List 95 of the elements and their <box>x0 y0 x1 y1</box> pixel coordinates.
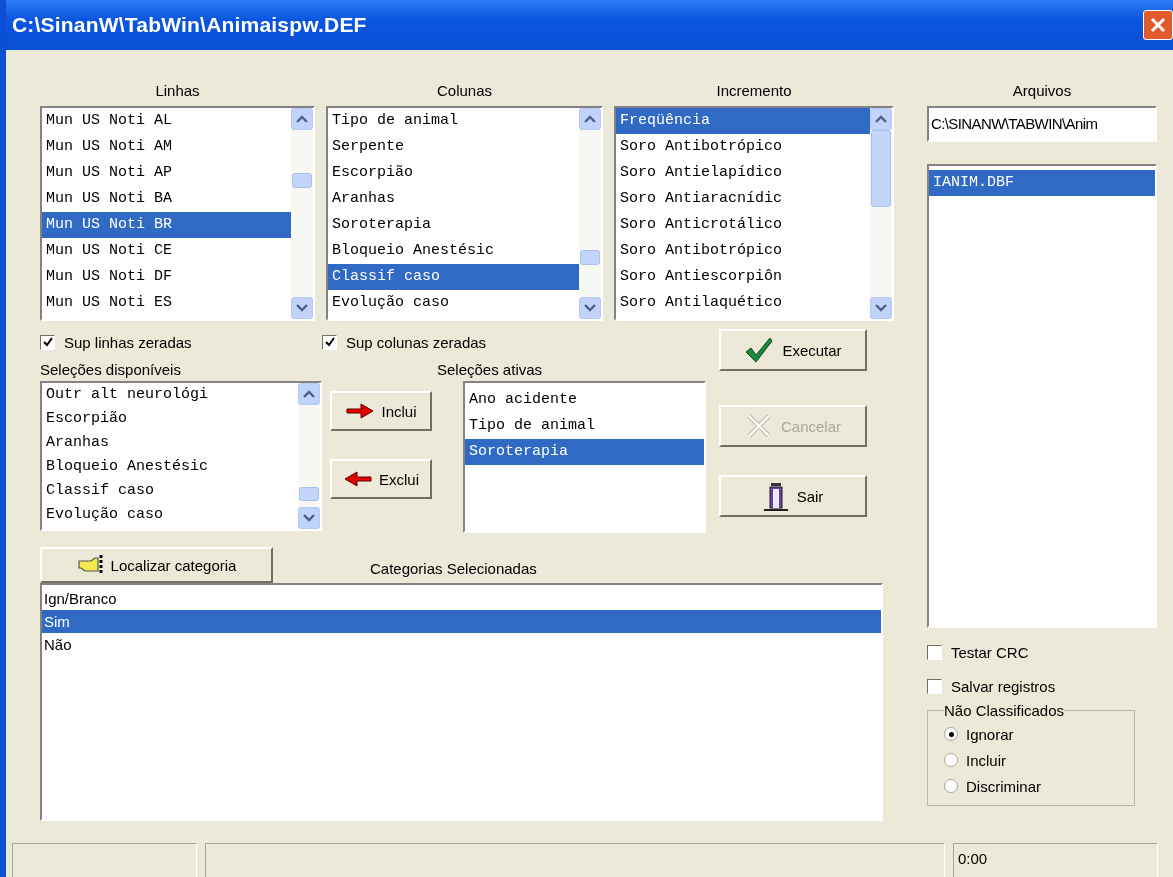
check-icon <box>323 336 336 348</box>
list-header: Incremento <box>716 82 792 101</box>
scroll-thumb[interactable] <box>292 173 312 189</box>
scrollbar[interactable] <box>298 383 320 529</box>
list-item[interactable]: Mun US Noti ES <box>42 290 291 316</box>
time-text: 0:00 <box>953 843 1158 877</box>
radio-button[interactable] <box>944 753 958 767</box>
list-item[interactable]: Tipo de animal <box>465 413 704 439</box>
radio-button[interactable] <box>944 727 958 741</box>
scroll-up-icon[interactable] <box>291 108 313 130</box>
radio-button[interactable] <box>944 779 958 793</box>
cross-icon <box>745 412 773 440</box>
list-item[interactable]: Soroterapia <box>328 212 579 238</box>
list-item[interactable]: Classif caso <box>328 264 579 290</box>
list-box[interactable]: IANIM.DBF <box>927 164 1157 628</box>
scroll-thumb[interactable] <box>871 130 891 207</box>
list-box[interactable]: Outr alt neurológi Escorpião Aranhas Bloqueio Anestésic Classif caso Evolução caso <box>40 381 322 531</box>
scroll-up-icon[interactable] <box>579 108 601 130</box>
close-button[interactable] <box>1143 10 1173 40</box>
scroll-down-icon[interactable] <box>579 297 601 319</box>
list-item[interactable]: Aranhas <box>328 186 579 212</box>
list-item[interactable]: Mun US Noti CE <box>42 238 291 264</box>
list-item[interactable]: Soro Antiescorpiôn <box>616 264 870 290</box>
list-item[interactable]: Mun US Noti BR <box>42 212 291 238</box>
list-item[interactable]: Escorpião <box>328 160 579 186</box>
list-label: Seleções disponíveis <box>40 360 182 380</box>
checkbox[interactable]: Salvar registros <box>927 674 1157 698</box>
list-item[interactable]: Tipo de animal <box>328 108 579 134</box>
list-label: Seleções ativas <box>437 360 544 380</box>
move-button[interactable]: Inclui <box>330 391 432 431</box>
scroll-thumb[interactable] <box>580 250 600 266</box>
list-item[interactable]: Aranhas <box>42 431 298 455</box>
list-item[interactable]: Sim <box>42 610 881 633</box>
list-item[interactable]: Mun US Noti BA <box>42 186 291 212</box>
list-item[interactable]: Soro Antielapídico <box>616 160 870 186</box>
list-item[interactable]: Serpente <box>328 134 579 160</box>
list-box[interactable]: Mun US Noti AL Mun US Noti AM Mun US Noti AP Mun US Noti BA Mun US Noti BR Mun US Noti CE Mun US Noti DF Mun US Noti ES <box>40 106 315 321</box>
move-button[interactable]: Exclui <box>330 459 432 499</box>
list-item[interactable]: Escorpião <box>42 407 298 431</box>
list-item[interactable]: Mun US Noti AL <box>42 108 291 134</box>
scroll-up-icon[interactable] <box>298 383 320 405</box>
list-item[interactable]: Mun US Noti AM <box>42 134 291 160</box>
scroll-down-icon[interactable] <box>291 297 313 319</box>
window-title: C:\SinanW\TabWin\Animaispw.DEF <box>12 13 367 37</box>
list-box[interactable]: Tipo de animal Serpente Escorpião Aranhas Soroterapia Bloqueio Anestésic Classif caso Evolução caso <box>326 106 603 321</box>
list-item[interactable]: Bloqueio Anestésic <box>42 455 298 479</box>
radio-label[interactable]: Discriminar <box>966 777 1041 795</box>
list-item[interactable]: Ign/Branco <box>42 587 881 610</box>
scrollbar[interactable] <box>291 108 313 319</box>
list-item[interactable]: Freqüência <box>616 108 870 134</box>
action-button[interactable]: Executar <box>719 329 867 371</box>
radio-label[interactable]: Incluir <box>966 751 1006 769</box>
list-item[interactable]: Mun US Noti DF <box>42 264 291 290</box>
list-item[interactable]: Mun US Noti AP <box>42 160 291 186</box>
list-item[interactable]: Outr alt neurológi <box>42 383 298 407</box>
scrollbar[interactable] <box>579 108 601 319</box>
list-item[interactable]: Soro Antiaracnídic <box>616 186 870 212</box>
list-item[interactable]: Soroterapia <box>465 439 704 465</box>
list-box[interactable]: Freqüência Soro Antibotrópico Soro Antielapídico Soro Antiaracnídic Soro Anticrotálico Soro Antibotrópico Soro Antiescorpiôn Soro Antilaquético <box>614 106 894 321</box>
list-item[interactable]: Soro Antilaquético <box>616 290 870 316</box>
list-item[interactable]: IANIM.DBF <box>929 170 1155 196</box>
radio-label[interactable]: Ignorar <box>966 725 1014 743</box>
list-item[interactable]: Ano acidente <box>465 387 704 413</box>
checkbox[interactable]: Testar CRC <box>927 640 1157 664</box>
list-item[interactable]: Não <box>42 633 881 656</box>
scroll-down-icon[interactable] <box>298 507 320 529</box>
scroll-up-icon[interactable] <box>870 108 892 130</box>
list-item[interactable]: Soro Anticrotálico <box>616 212 870 238</box>
list-box[interactable]: Ign/Branco Sim Não <box>40 583 883 821</box>
arrow-left-icon <box>343 471 373 487</box>
arrow-right-icon <box>345 403 376 419</box>
close-icon <box>1149 16 1167 34</box>
list-label: Categorias Selecionadas <box>370 558 537 577</box>
list-item[interactable]: Soro Antibotrópico <box>616 238 870 264</box>
action-button[interactable]: Sair <box>719 475 867 517</box>
scroll-down-icon[interactable] <box>870 297 892 319</box>
list-item[interactable]: Evolução caso <box>42 503 298 527</box>
list-header: Colunas <box>436 82 492 101</box>
list-item[interactable]: Bloqueio Anestésic <box>328 238 579 264</box>
checkbox[interactable]: Sup colunas zeradas <box>322 325 487 359</box>
check-icon <box>41 336 54 348</box>
list-box[interactable]: Ano acidente Tipo de animal Soroterapia <box>463 381 706 533</box>
list-item[interactable]: Evolução caso <box>328 290 579 316</box>
list-header: Arquivos <box>1011 82 1073 101</box>
find-category-button[interactable]: Localizar categoria <box>40 547 273 583</box>
scroll-thumb[interactable] <box>299 486 319 501</box>
list-item[interactable]: Soro Antibotrópico <box>616 134 870 160</box>
checkmark-icon <box>744 336 775 364</box>
door-icon <box>762 480 789 512</box>
checkbox[interactable]: Sup linhas zeradas <box>40 325 192 359</box>
path-field[interactable]: C:\SINANW\TABWIN\Anim <box>927 106 1157 142</box>
group-title: Não Classificados <box>944 702 1065 719</box>
list-item[interactable]: Classif caso <box>42 479 298 503</box>
list-header: Linhas <box>155 82 200 101</box>
scrollbar[interactable] <box>870 108 892 319</box>
